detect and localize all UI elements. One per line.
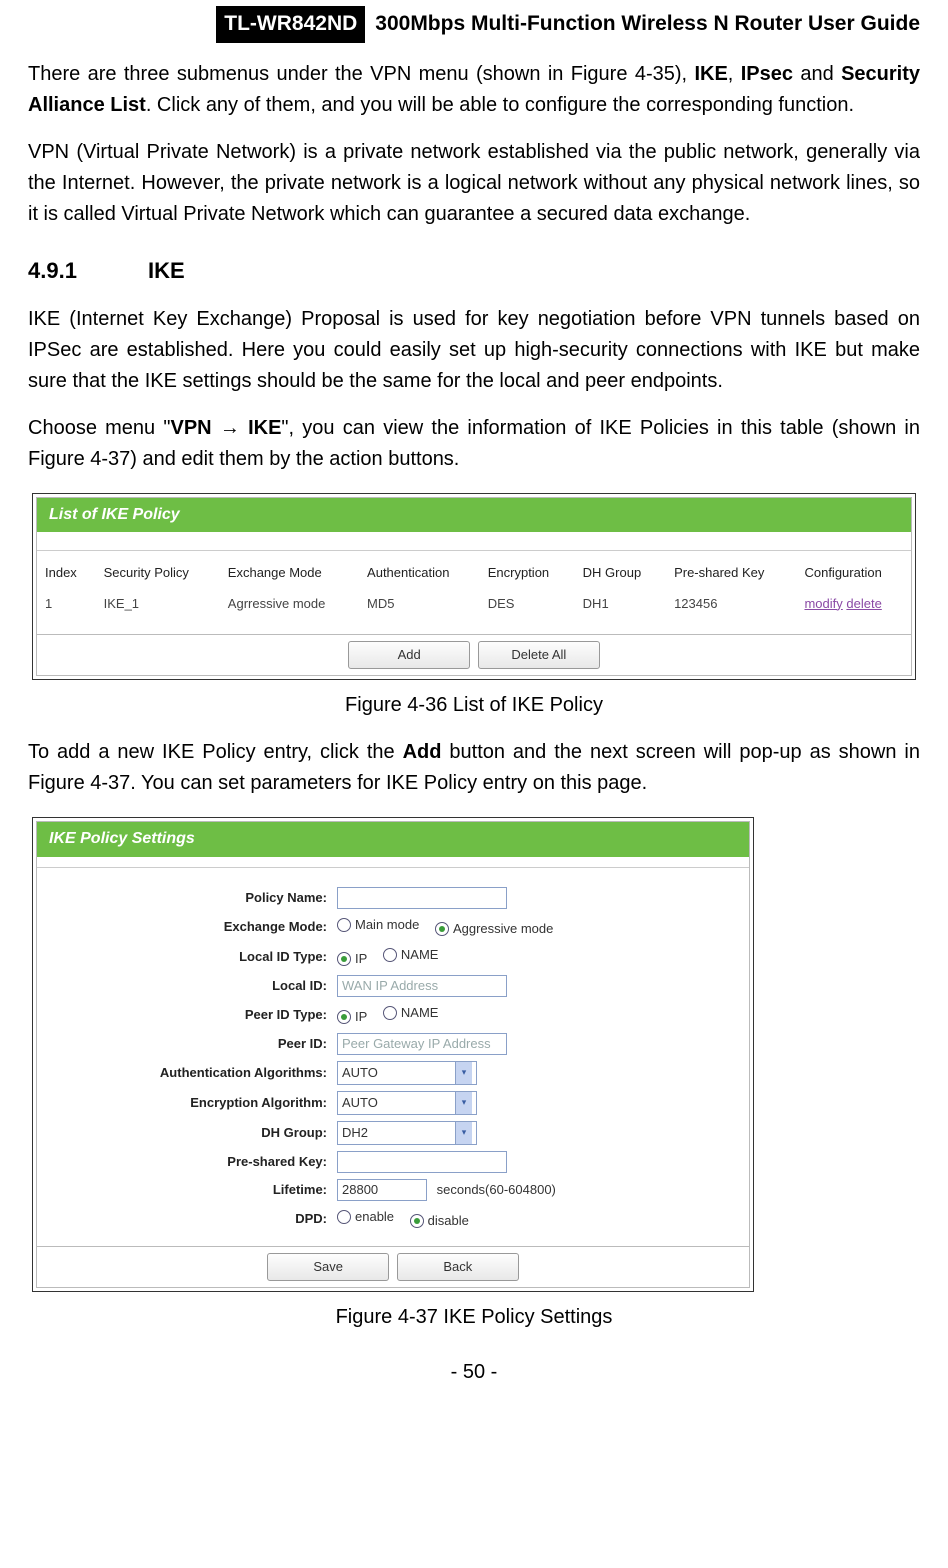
col-preshared-key: Pre-shared Key <box>666 553 796 589</box>
label-enc-algorithm: Encryption Algorithm: <box>37 1093 337 1113</box>
figure-ike-list: List of IKE Policy Index Security Policy… <box>32 493 916 680</box>
text: and <box>793 63 841 85</box>
text-bold: IPsec <box>741 63 793 85</box>
peer-id-input[interactable]: Peer Gateway IP Address <box>337 1033 507 1055</box>
section-title: IKE <box>148 258 185 283</box>
select-value: AUTO <box>342 1063 378 1083</box>
panel-title: List of IKE Policy <box>37 498 911 533</box>
col-authentication: Authentication <box>359 553 480 589</box>
radio-label: Aggressive mode <box>453 919 553 939</box>
select-value: DH2 <box>342 1123 368 1143</box>
ike-paragraph-1: IKE (Internet Key Exchange) Proposal is … <box>28 304 920 397</box>
col-security-policy: Security Policy <box>96 553 220 589</box>
label-psk: Pre-shared Key: <box>37 1152 337 1172</box>
panel-title: IKE Policy Settings <box>37 822 749 857</box>
save-button[interactable]: Save <box>267 1253 389 1281</box>
doc-title: 300Mbps Multi-Function Wireless N Router… <box>375 8 920 41</box>
model-badge: TL-WR842ND <box>216 6 365 43</box>
text: To add a new IKE Policy entry, click the <box>28 741 403 763</box>
button-row: Save Back <box>37 1246 749 1287</box>
radio-label: enable <box>355 1207 394 1227</box>
button-row: Add Delete All <box>37 634 911 675</box>
radio-label: NAME <box>401 1003 439 1023</box>
auth-algorithm-select[interactable]: AUTO ▾ <box>337 1061 477 1085</box>
radio-local-ip[interactable]: IP <box>337 949 367 969</box>
label-auth-algorithms: Authentication Algorithms: <box>37 1063 337 1083</box>
radio-dpd-enable[interactable]: enable <box>337 1207 394 1227</box>
table-row: 1 IKE_1 Agrressive mode MD5 DES DH1 1234… <box>37 590 911 632</box>
cell-index: 1 <box>37 590 96 632</box>
col-index: Index <box>37 553 96 589</box>
radio-label: NAME <box>401 945 439 965</box>
section-number: 4.9.1 <box>28 254 148 288</box>
cell-enc: DES <box>480 590 575 632</box>
delete-link[interactable]: delete <box>846 596 881 611</box>
radio-label: disable <box>428 1211 469 1231</box>
arrow-icon: → <box>212 417 248 439</box>
radio-local-name[interactable]: NAME <box>383 945 439 965</box>
text-bold: IKE <box>694 63 727 85</box>
delete-all-button[interactable]: Delete All <box>478 641 600 669</box>
col-configuration: Configuration <box>796 553 911 589</box>
local-id-input[interactable]: WAN IP Address <box>337 975 507 997</box>
label-peer-id-type: Peer ID Type: <box>37 1005 337 1025</box>
enc-algorithm-select[interactable]: AUTO ▾ <box>337 1091 477 1115</box>
intro-paragraph-1: There are three submenus under the VPN m… <box>28 59 920 121</box>
ike-policy-table: Index Security Policy Exchange Mode Auth… <box>37 553 911 631</box>
ike-paragraph-3: To add a new IKE Policy entry, click the… <box>28 737 920 799</box>
label-lifetime: Lifetime: <box>37 1180 337 1200</box>
ike-paragraph-2: Choose menu "VPN → IKE", you can view th… <box>28 413 920 475</box>
figure-ike-settings: IKE Policy Settings Policy Name: Exchang… <box>32 817 754 1293</box>
radio-peer-name[interactable]: NAME <box>383 1003 439 1023</box>
radio-label: Main mode <box>355 915 419 935</box>
add-button[interactable]: Add <box>348 641 470 669</box>
text-bold: IKE <box>248 417 281 439</box>
cell-policy: IKE_1 <box>96 590 220 632</box>
col-exchange-mode: Exchange Mode <box>220 553 359 589</box>
dh-group-select[interactable]: DH2 ▾ <box>337 1121 477 1145</box>
radio-dpd-disable[interactable]: disable <box>410 1211 469 1231</box>
intro-paragraph-2: VPN (Virtual Private Network) is a priva… <box>28 137 920 230</box>
radio-main-mode[interactable]: Main mode <box>337 915 419 935</box>
policy-name-input[interactable] <box>337 887 507 909</box>
text: Choose menu " <box>28 417 171 439</box>
chevron-down-icon: ▾ <box>455 1062 472 1084</box>
label-dpd: DPD: <box>37 1209 337 1229</box>
radio-aggressive-mode[interactable]: Aggressive mode <box>435 919 553 939</box>
label-local-id-type: Local ID Type: <box>37 947 337 967</box>
text-bold: Add <box>403 741 442 763</box>
label-local-id: Local ID: <box>37 976 337 996</box>
text-bold: VPN <box>171 417 212 439</box>
cell-exmode: Agrressive mode <box>220 590 359 632</box>
section-heading: 4.9.1IKE <box>28 254 920 288</box>
cell-psk: 123456 <box>666 590 796 632</box>
cell-dh: DH1 <box>575 590 666 632</box>
radio-label: IP <box>355 949 367 969</box>
doc-header: TL-WR842ND 300Mbps Multi-Function Wirele… <box>0 0 948 43</box>
cell-actions: modify delete <box>796 590 911 632</box>
label-policy-name: Policy Name: <box>37 888 337 908</box>
lifetime-suffix: seconds(60-604800) <box>437 1182 556 1197</box>
label-dh-group: DH Group: <box>37 1123 337 1143</box>
modify-link[interactable]: modify <box>804 596 842 611</box>
label-exchange-mode: Exchange Mode: <box>37 917 337 937</box>
chevron-down-icon: ▾ <box>455 1122 472 1144</box>
figure-caption: Figure 4-37 IKE Policy Settings <box>28 1302 920 1333</box>
back-button[interactable]: Back <box>397 1253 519 1281</box>
lifetime-input[interactable]: 28800 <box>337 1179 427 1201</box>
select-value: AUTO <box>342 1093 378 1113</box>
figure-caption: Figure 4-36 List of IKE Policy <box>28 690 920 721</box>
text: There are three submenus under the VPN m… <box>28 63 694 85</box>
psk-input[interactable] <box>337 1151 507 1173</box>
col-dh-group: DH Group <box>575 553 666 589</box>
col-encryption: Encryption <box>480 553 575 589</box>
label-peer-id: Peer ID: <box>37 1034 337 1054</box>
radio-peer-ip[interactable]: IP <box>337 1007 367 1027</box>
text: , <box>728 63 741 85</box>
cell-auth: MD5 <box>359 590 480 632</box>
text: . Click any of them, and you will be abl… <box>146 94 854 116</box>
radio-label: IP <box>355 1007 367 1027</box>
page-number: - 50 - <box>28 1357 920 1388</box>
chevron-down-icon: ▾ <box>455 1092 472 1114</box>
